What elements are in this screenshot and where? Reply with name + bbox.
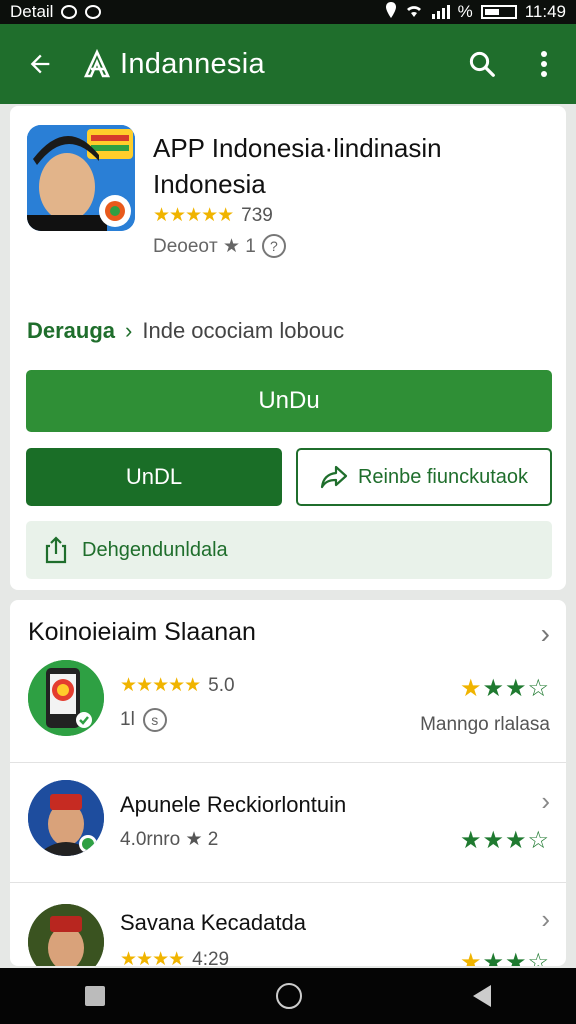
developer-subtitle: Inde ocociam lobouc bbox=[142, 318, 345, 343]
wifi-icon bbox=[404, 2, 424, 23]
item-rating-value: 5.0 bbox=[208, 674, 235, 696]
refund-label: Reinbe fiunckutaok bbox=[357, 465, 529, 488]
status-time: 11:49 bbox=[524, 2, 566, 21]
item-chevron-icon: › bbox=[541, 786, 550, 816]
item-name: Savana Kecadatda bbox=[120, 910, 306, 935]
item-stars-green: ★★★☆ bbox=[459, 827, 550, 854]
status-bar: Detail % 11:49 bbox=[0, 0, 576, 24]
related-section-card: Koinoieiaim Slaanan › ★★★★★ 5.0 1l s ★★★… bbox=[10, 600, 566, 966]
app-detail-card: APP Indonesia·lindinasin Indonesia ★★★★★… bbox=[10, 106, 566, 590]
item-right-text: Manngo rlalasa bbox=[420, 714, 550, 735]
item-meta-text: 4:29 bbox=[192, 948, 230, 967]
item-icon bbox=[28, 780, 104, 856]
share-button[interactable]: Dehgendunldala bbox=[26, 521, 552, 579]
divider bbox=[10, 882, 566, 883]
search-button[interactable] bbox=[452, 24, 512, 104]
section-title: Koinoieiaim Slaanan bbox=[28, 618, 256, 646]
more-vert-icon bbox=[541, 51, 547, 77]
share-label: Dehgendunldala bbox=[82, 538, 228, 561]
app-bar-title: Indannesia bbox=[120, 47, 265, 80]
signal-icon bbox=[431, 5, 450, 19]
item-icon bbox=[28, 904, 104, 966]
app-icon bbox=[27, 125, 135, 231]
rating-count: 739 bbox=[241, 204, 273, 226]
developer-link[interactable]: Derauga bbox=[27, 318, 115, 344]
rating-row: ★★★★★ 739 bbox=[153, 204, 273, 227]
item-meta: ★★★★ 4:29 bbox=[120, 948, 230, 967]
meta-row: Deoeoт ★ 1 ? bbox=[153, 234, 286, 258]
location-icon bbox=[385, 1, 396, 23]
item-stars-green: ★★★☆ bbox=[459, 675, 550, 702]
list-item[interactable]: Apunele Reckiorlontuin 4.0rnro ★ 2 › ★★★… bbox=[10, 776, 566, 876]
system-nav-bar bbox=[0, 968, 576, 1024]
item-meta-text: 1l bbox=[120, 709, 135, 730]
app-name: APP Indonesia·lindinasin Indonesia bbox=[153, 133, 442, 199]
list-item[interactable]: ★★★★★ 5.0 1l s ★★★☆ Manngo rlalasa bbox=[10, 656, 566, 760]
share-arrow-icon bbox=[320, 465, 348, 489]
back-nav-icon[interactable] bbox=[472, 985, 491, 1007]
store-logo-icon bbox=[80, 47, 114, 81]
section-chevron-icon[interactable]: › bbox=[541, 618, 550, 650]
undl-button[interactable]: UnDL bbox=[26, 448, 282, 506]
item-stars: ★★★★ bbox=[120, 949, 185, 966]
install-button[interactable]: UnDu bbox=[26, 370, 552, 432]
app-bar: Indannesia bbox=[0, 24, 576, 104]
more-options-button[interactable] bbox=[512, 24, 576, 104]
chevron-right-icon: › bbox=[125, 318, 133, 343]
item-rating: ★★★★★ 5.0 bbox=[120, 674, 235, 697]
item-meta-text: 4.0rnro ★ 2 bbox=[120, 829, 219, 850]
item-stars: ★★★★★ bbox=[120, 675, 201, 696]
notification-icon bbox=[61, 5, 78, 19]
item-meta: 4.0rnro ★ 2 bbox=[120, 828, 218, 851]
item-chevron-icon: › bbox=[541, 904, 550, 934]
recents-icon[interactable] bbox=[85, 986, 106, 1006]
item-stars-green: ★★★☆ bbox=[459, 949, 550, 966]
list-item[interactable]: Savana Kecadatda ★★★★ 4:29 › ★★★☆ bbox=[10, 900, 566, 966]
info-icon[interactable]: ? bbox=[261, 234, 286, 258]
rating-stars: ★★★★★ bbox=[153, 205, 234, 226]
back-button[interactable] bbox=[0, 24, 80, 104]
item-icon bbox=[28, 660, 104, 736]
battery-icon bbox=[480, 5, 517, 19]
arrow-left-icon bbox=[30, 54, 50, 74]
search-icon bbox=[469, 51, 495, 77]
home-icon[interactable] bbox=[275, 983, 302, 1009]
refund-button[interactable]: Reinbe fiunckutaok bbox=[296, 448, 552, 506]
developer-row[interactable]: Derauga › Inde ocociam lobouc bbox=[27, 318, 344, 344]
item-meta: 1l s bbox=[120, 708, 167, 732]
battery-percent: % bbox=[457, 2, 473, 21]
item-info-icon: s bbox=[142, 708, 167, 732]
item-name: Apunele Reckiorlontuin bbox=[120, 792, 347, 817]
divider bbox=[10, 762, 566, 763]
meta-text: Deoeoт ★ 1 bbox=[153, 235, 256, 257]
share-upload-icon bbox=[45, 536, 67, 564]
notification-icon-2 bbox=[85, 5, 102, 19]
status-left-text: Detail bbox=[10, 2, 54, 21]
